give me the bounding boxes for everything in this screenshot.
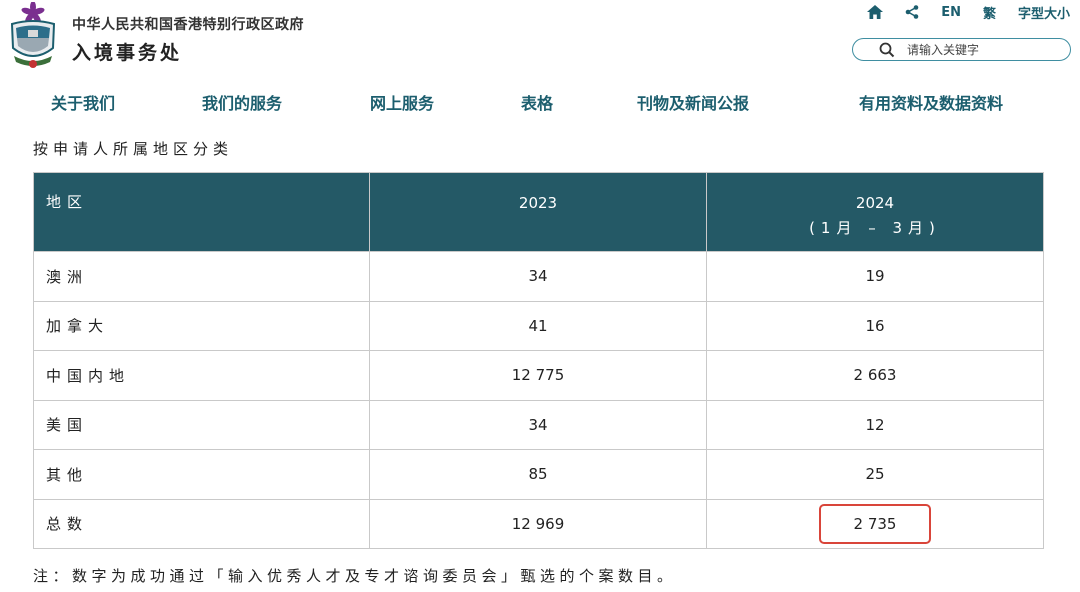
- nav-publications-press[interactable]: 刊物及新闻公报: [637, 90, 749, 114]
- header-2024-year: 2024: [855, 194, 895, 212]
- header-2024-period: (1月 – 3月): [809, 219, 941, 237]
- value-2024-cell: 19: [706, 251, 1044, 302]
- table-row: 美国 34 12: [33, 399, 1044, 450]
- table-row: 加拿大 41 16: [33, 300, 1044, 351]
- footnote: 注：数字为成功通过「输入优秀人才及专才谘询委员会」甄选的个案数目。: [33, 567, 677, 585]
- header-2023: 2023: [369, 172, 707, 252]
- home-icon[interactable]: [867, 5, 884, 19]
- header-region: 地区: [33, 172, 370, 252]
- table-caption: 按申请人所属地区分类: [33, 140, 234, 158]
- utility-bar: EN 繁 字型大小: [845, 3, 1070, 22]
- nav-forms[interactable]: 表格: [521, 90, 553, 114]
- value-2023-cell: 12 969: [369, 498, 707, 549]
- value-2023-cell: 34: [369, 251, 707, 302]
- nav-useful-info-statistics[interactable]: 有用资料及数据资料: [859, 90, 1003, 114]
- statistics-table: 地区 2023 2024 (1月 – 3月) 澳洲 34 19 加拿大 41 1…: [33, 172, 1044, 549]
- table-header-row: 地区 2023 2024 (1月 – 3月): [33, 172, 1044, 252]
- value-2023-cell: 41: [369, 300, 707, 351]
- government-title: 中华人民共和国香港特别行政区政府: [72, 17, 304, 33]
- value-2024-cell: 12: [706, 399, 1044, 450]
- value-2024-cell: 2 735: [706, 498, 1044, 549]
- highlighted-total-2024: 2 735: [819, 503, 931, 544]
- lang-en-link[interactable]: EN: [941, 5, 961, 20]
- region-cell: 其他: [33, 449, 370, 500]
- value-2023-cell: 12 775: [369, 350, 707, 401]
- table-row: 中国内地 12 775 2 663: [33, 350, 1044, 401]
- region-cell: 加拿大: [33, 300, 370, 351]
- value-2024-cell: 25: [706, 449, 1044, 500]
- search-box[interactable]: [852, 38, 1071, 61]
- lang-traditional-link[interactable]: 繁: [983, 3, 996, 22]
- value-2024-cell: 2 663: [706, 350, 1044, 401]
- value-2024-cell: 16: [706, 300, 1044, 351]
- department-title[interactable]: 入境事务处: [72, 38, 182, 65]
- table-row-total: 总数 12 969 2 735: [33, 498, 1044, 549]
- immd-logo[interactable]: [6, 1, 60, 72]
- font-size-link[interactable]: 字型大小: [1018, 3, 1070, 22]
- table-row: 其他 85 25: [33, 449, 1044, 500]
- table-row: 澳洲 34 19: [33, 251, 1044, 302]
- search-icon[interactable]: [879, 42, 895, 58]
- nav-about-us[interactable]: 关于我们: [51, 90, 115, 114]
- share-icon[interactable]: [905, 5, 919, 19]
- main-nav: 关于我们 我们的服务 网上服务 表格 刊物及新闻公报 有用资料及数据资料: [0, 90, 1080, 114]
- region-cell: 澳洲: [33, 251, 370, 302]
- nav-online-services[interactable]: 网上服务: [370, 90, 434, 114]
- region-cell: 美国: [33, 399, 370, 450]
- value-2023-cell: 34: [369, 399, 707, 450]
- nav-our-services[interactable]: 我们的服务: [202, 90, 282, 114]
- header-2024: 2024 (1月 – 3月): [706, 172, 1044, 252]
- region-cell: 中国内地: [33, 350, 370, 401]
- value-2023-cell: 85: [369, 449, 707, 500]
- region-cell: 总数: [33, 498, 370, 549]
- search-input[interactable]: [907, 42, 1057, 57]
